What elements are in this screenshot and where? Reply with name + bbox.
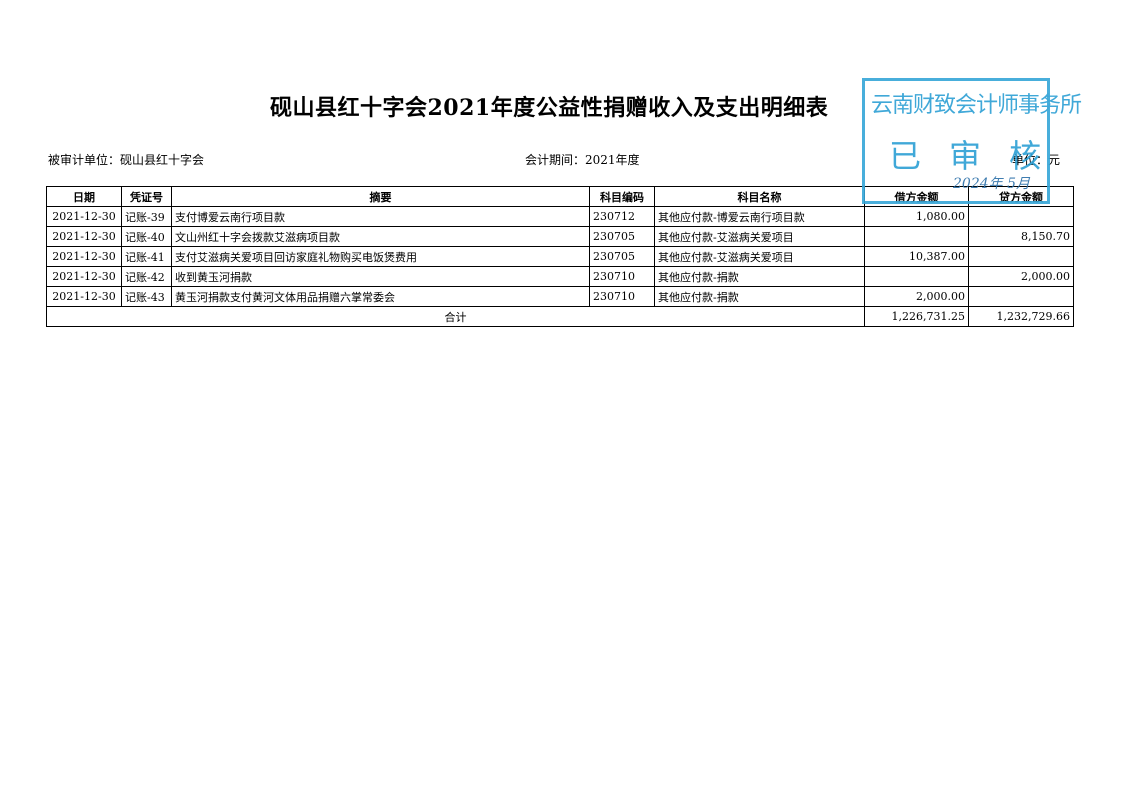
cell-voucher: 记账-43 (121, 286, 172, 307)
header-credit: 贷方金额 (968, 186, 1074, 207)
cell-account-code: 230705 (589, 246, 655, 267)
cell-summary: 黄玉河捐款支付黄河文体用品捐赠六掌常委会 (171, 286, 590, 307)
cell-voucher: 记账-41 (121, 246, 172, 267)
cell-debit: 10,387.00 (864, 246, 969, 267)
total-credit: 1,232,729.66 (968, 306, 1074, 327)
cell-account-name: 其他应付款-博爱云南行项目款 (654, 206, 865, 227)
cell-credit: 8,150.70 (968, 226, 1074, 247)
cell-account-code: 230712 (589, 206, 655, 227)
cell-date: 2021-12-30 (46, 286, 122, 307)
cell-debit: 1,080.00 (864, 206, 969, 227)
cell-voucher: 记账-39 (121, 206, 172, 227)
total-label: 合计 (46, 306, 865, 327)
cell-debit: 2,000.00 (864, 286, 969, 307)
cell-debit (864, 226, 969, 247)
cell-summary: 收到黄玉河捐款 (171, 266, 590, 287)
header-date: 日期 (46, 186, 122, 207)
ledger-table: 日期 凭证号 摘要 科目编码 科目名称 借方金额 贷方金额 2021-12-30… (46, 186, 1074, 327)
table-row: 2021-12-30 记账-43 黄玉河捐款支付黄河文体用品捐赠六掌常委会 23… (46, 286, 1074, 307)
stamp-org-name: 云南财致会计师事务所 (871, 93, 1082, 118)
cell-credit (968, 206, 1074, 227)
cell-date: 2021-12-30 (46, 246, 122, 267)
header-debit: 借方金额 (864, 186, 969, 207)
cell-voucher: 记账-40 (121, 226, 172, 247)
total-debit: 1,226,731.25 (864, 306, 969, 327)
cell-account-name: 其他应付款-捐款 (654, 286, 865, 307)
audited-unit: 被审计单位：砚山县红十字会 (48, 153, 205, 167)
cell-credit (968, 246, 1074, 267)
table-header-row: 日期 凭证号 摘要 科目编码 科目名称 借方金额 贷方金额 (46, 186, 1074, 207)
currency-unit: 单位：元 (1012, 153, 1061, 167)
table-row: 2021-12-30 记账-42 收到黄玉河捐款 230710 其他应付款-捐款… (46, 266, 1074, 287)
cell-account-name: 其他应付款-艾滋病关爱项目 (654, 226, 865, 247)
header-voucher: 凭证号 (121, 186, 172, 207)
table-row: 2021-12-30 记账-40 文山州红十字会拨款艾滋病项目款 230705 … (46, 226, 1074, 247)
cell-credit: 2,000.00 (968, 266, 1074, 287)
header-account-code: 科目编码 (589, 186, 655, 207)
accounting-period: 会计期间：2021年度 (525, 153, 640, 167)
cell-summary: 文山州红十字会拨款艾滋病项目款 (171, 226, 590, 247)
cell-date: 2021-12-30 (46, 266, 122, 287)
cell-date: 2021-12-30 (46, 206, 122, 227)
cell-account-name: 其他应付款-捐款 (654, 266, 865, 287)
table-row: 2021-12-30 记账-39 支付博爱云南行项目款 230712 其他应付款… (46, 206, 1074, 227)
cell-debit (864, 266, 969, 287)
cell-date: 2021-12-30 (46, 226, 122, 247)
cell-summary: 支付博爱云南行项目款 (171, 206, 590, 227)
cell-summary: 支付艾滋病关爱项目回访家庭礼物购买电饭煲费用 (171, 246, 590, 267)
total-row: 合计 1,226,731.25 1,232,729.66 (46, 306, 1074, 327)
cell-account-name: 其他应付款-艾滋病关爱项目 (654, 246, 865, 267)
cell-account-code: 230705 (589, 226, 655, 247)
cell-credit (968, 286, 1074, 307)
header-account-name: 科目名称 (654, 186, 865, 207)
header-summary: 摘要 (171, 186, 590, 207)
table-row: 2021-12-30 记账-41 支付艾滋病关爱项目回访家庭礼物购买电饭煲费用 … (46, 246, 1074, 267)
cell-account-code: 230710 (589, 286, 655, 307)
cell-account-code: 230710 (589, 266, 655, 287)
page-title: 砚山县红十字会2021年度公益性捐赠收入及支出明细表 (270, 95, 829, 121)
cell-voucher: 记账-42 (121, 266, 172, 287)
